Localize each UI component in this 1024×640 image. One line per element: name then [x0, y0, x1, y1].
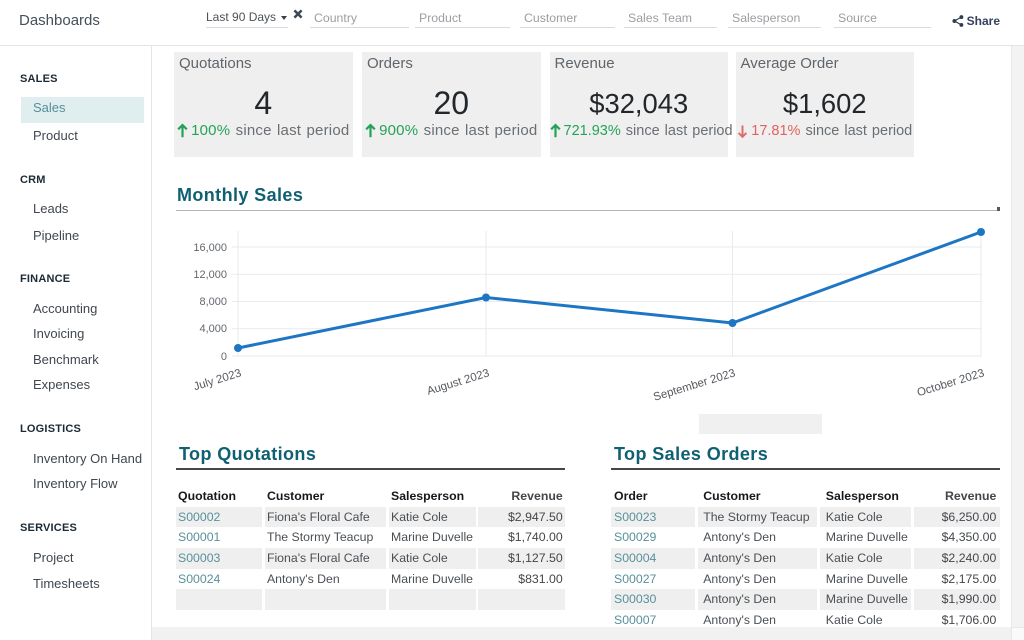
- svg-text:4,000: 4,000: [199, 323, 227, 335]
- svg-text:0: 0: [221, 351, 227, 363]
- svg-text:8,000: 8,000: [199, 296, 227, 308]
- svg-text:July 2023: July 2023: [192, 367, 243, 393]
- svg-text:September 2023: September 2023: [652, 367, 737, 403]
- svg-text:August 2023: August 2023: [426, 367, 491, 397]
- svg-text:October 2023: October 2023: [916, 367, 986, 399]
- svg-text:16,000: 16,000: [193, 242, 227, 254]
- svg-text:12,000: 12,000: [193, 269, 227, 281]
